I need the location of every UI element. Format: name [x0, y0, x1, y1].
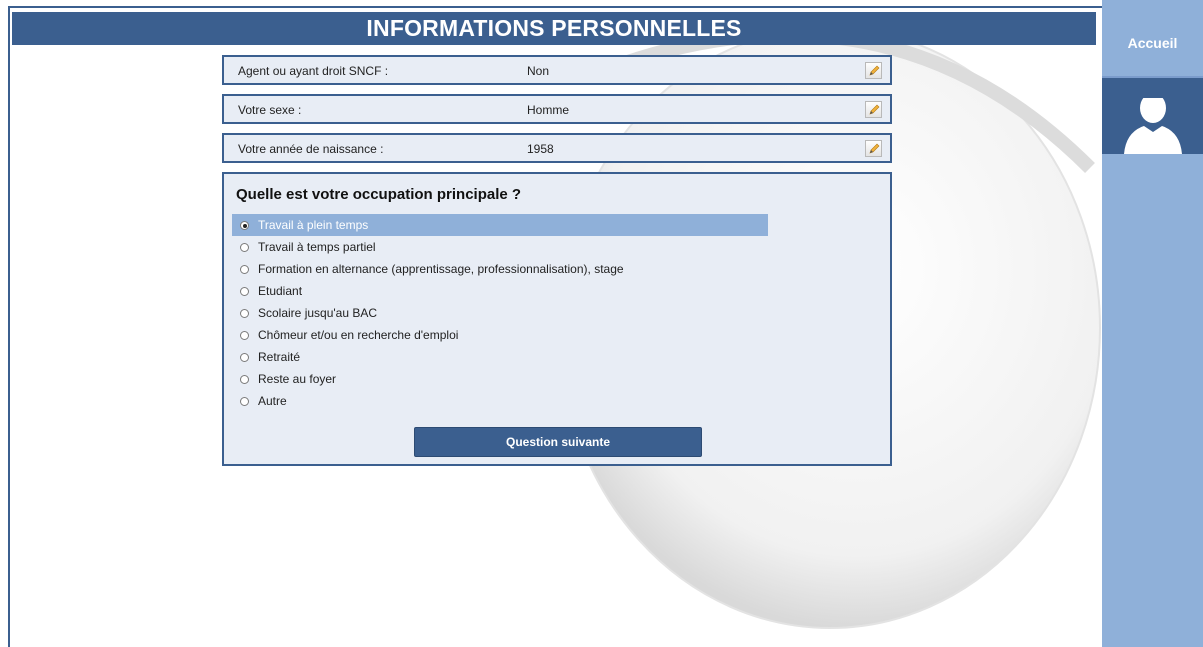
option-formation-alternance[interactable]: Formation en alternance (apprentissage, … [232, 258, 768, 280]
edit-icon[interactable] [865, 62, 882, 79]
option-etudiant[interactable]: Etudiant [232, 280, 768, 302]
profile-tile[interactable] [1102, 98, 1203, 154]
option-scolaire[interactable]: Scolaire jusqu'au BAC [232, 302, 768, 324]
summary-row-sexe: Votre sexe : Homme [222, 94, 892, 124]
option-label: Travail à temps partiel [258, 240, 376, 254]
option-label: Chômeur et/ou en recherche d'emploi [258, 328, 459, 342]
option-label: Retraité [258, 350, 301, 364]
user-silhouette-icon [1124, 98, 1182, 154]
option-temps-partiel[interactable]: Travail à temps partiel [232, 236, 768, 258]
edit-icon[interactable] [865, 101, 882, 118]
radio-button[interactable] [240, 309, 249, 318]
summary-label: Agent ou ayant droit SNCF : [238, 64, 389, 78]
option-plein-temps[interactable]: Travail à plein temps [232, 214, 768, 236]
question-title: Quelle est votre occupation principale ? [236, 186, 522, 203]
option-label: Scolaire jusqu'au BAC [258, 306, 378, 320]
radio-button[interactable] [240, 375, 249, 384]
radio-button[interactable] [240, 397, 249, 406]
option-label: Reste au foyer [258, 372, 337, 386]
radio-button[interactable] [240, 243, 249, 252]
app-root: INFORMATIONS PERSONNELLES Agent ou ayant… [0, 0, 1203, 647]
summary-value: Homme [527, 103, 570, 117]
edit-icon[interactable] [865, 140, 882, 157]
question-panel: Quelle est votre occupation principale ?… [222, 172, 892, 466]
option-retraite[interactable]: Retraité [232, 346, 768, 368]
option-autre[interactable]: Autre [232, 390, 768, 412]
summary-label: Votre année de naissance : [238, 142, 384, 156]
option-label: Etudiant [258, 284, 303, 298]
radio-button[interactable] [240, 353, 249, 362]
radio-button[interactable] [240, 265, 249, 274]
option-chomeur[interactable]: Chômeur et/ou en recherche d'emploi [232, 324, 768, 346]
radio-button[interactable] [240, 331, 249, 340]
summary-value: Non [527, 64, 550, 78]
occupation-options: Travail à plein temps Travail à temps pa… [232, 214, 768, 412]
option-foyer[interactable]: Reste au foyer [232, 368, 768, 390]
summary-row-naissance: Votre année de naissance : 1958 [222, 133, 892, 163]
next-question-button[interactable]: Question suivante [414, 427, 702, 457]
option-label: Travail à plein temps [258, 218, 369, 232]
option-label: Formation en alternance (apprentissage, … [258, 262, 624, 276]
option-label: Autre [258, 394, 287, 408]
summary-value: 1958 [527, 142, 554, 156]
summary-row-sncf: Agent ou ayant droit SNCF : Non [222, 55, 892, 85]
radio-button[interactable] [240, 287, 249, 296]
page-title: INFORMATIONS PERSONNELLES [12, 12, 1096, 45]
radio-button[interactable] [240, 221, 249, 230]
right-sidebar: Accueil [1102, 0, 1203, 647]
home-link[interactable]: Accueil [1102, 0, 1203, 78]
sidebar-divider [1102, 78, 1203, 98]
summary-label: Votre sexe : [238, 103, 302, 117]
